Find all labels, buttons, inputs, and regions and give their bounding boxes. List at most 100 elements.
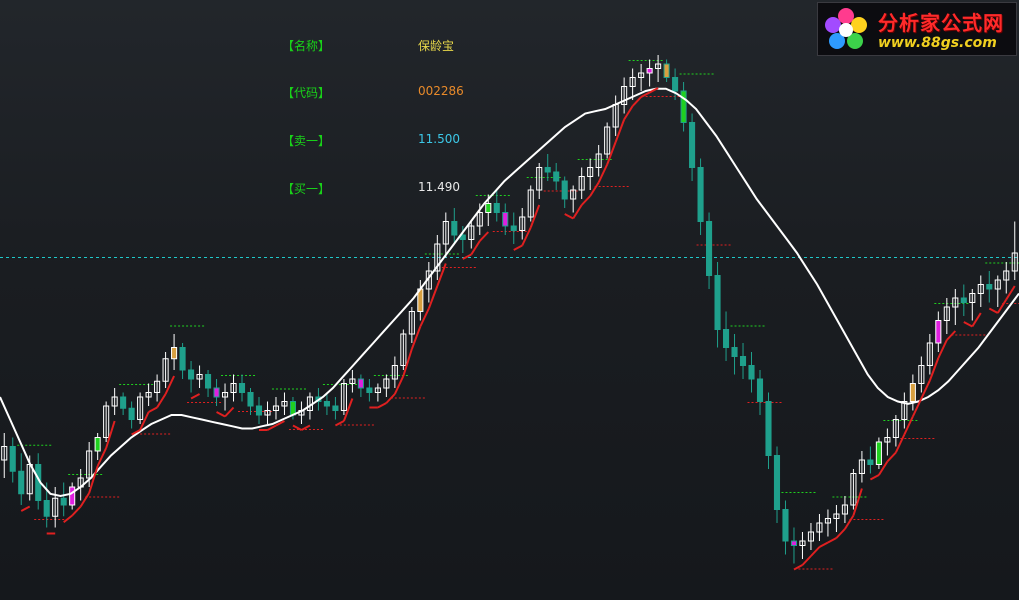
candle-body bbox=[94, 437, 101, 452]
candle-body bbox=[213, 387, 220, 398]
candle-body bbox=[689, 122, 696, 168]
trend-red-line bbox=[589, 181, 600, 197]
trend-red-line bbox=[1005, 285, 1016, 301]
candle-body bbox=[255, 405, 263, 416]
flower-icon bbox=[825, 8, 867, 49]
trend-red-line bbox=[462, 253, 472, 260]
trend-red-line bbox=[572, 204, 583, 220]
trend-red-line bbox=[580, 195, 591, 206]
candle-body bbox=[561, 180, 568, 200]
trend-red-line bbox=[988, 307, 999, 314]
candle-body bbox=[60, 497, 67, 506]
candle-body bbox=[714, 275, 721, 330]
trend-red-line bbox=[479, 231, 489, 242]
candle-body bbox=[748, 365, 755, 380]
trend-red-line bbox=[513, 244, 523, 251]
candle-body bbox=[909, 383, 916, 402]
chart-window: 【名称】 保龄宝 【代码】 002286 【卖一】 11.500 【买一】 11… bbox=[0, 0, 1019, 600]
candle-body bbox=[128, 407, 135, 420]
trend-red-line bbox=[267, 424, 277, 431]
trend-red-line bbox=[148, 406, 158, 413]
trend-red-line bbox=[342, 398, 354, 422]
candle-body bbox=[188, 369, 195, 380]
trend-red-line bbox=[564, 213, 574, 220]
candle-body bbox=[171, 347, 178, 360]
trend-red-line bbox=[631, 96, 642, 107]
trend-red-line bbox=[529, 204, 541, 228]
candle-body bbox=[366, 387, 373, 393]
trend-red-line bbox=[105, 420, 116, 449]
trend-red-line bbox=[818, 541, 829, 548]
trend-red-line bbox=[946, 330, 957, 341]
trend-red-line bbox=[614, 119, 626, 143]
ask-price: 11.500 bbox=[418, 132, 460, 146]
logo-url: www.88gs.com bbox=[878, 35, 997, 51]
candle-body bbox=[960, 297, 967, 303]
trend-red-line bbox=[852, 488, 863, 516]
candle-body bbox=[18, 470, 25, 495]
trend-red-line bbox=[827, 537, 837, 544]
trend-red-line bbox=[844, 514, 855, 530]
trend-red-line bbox=[436, 263, 447, 287]
trend-red-line bbox=[190, 393, 201, 400]
trend-red-line bbox=[963, 321, 973, 328]
trend-red-line bbox=[377, 402, 387, 409]
trend-red-line bbox=[164, 375, 175, 395]
candle-body bbox=[493, 203, 500, 213]
trend-red-line bbox=[63, 514, 73, 524]
candle-body bbox=[646, 68, 653, 74]
trend-red-line bbox=[971, 312, 982, 328]
candle-body bbox=[935, 320, 942, 344]
candle-body bbox=[9, 446, 16, 472]
candlestick-chart bbox=[0, 55, 1019, 571]
candle-body bbox=[502, 212, 509, 227]
candle-body bbox=[663, 63, 670, 78]
candle-body bbox=[510, 225, 517, 231]
stock-name: 保龄宝 bbox=[418, 39, 455, 53]
candle-body bbox=[323, 401, 330, 407]
trend-red-line bbox=[928, 357, 940, 381]
candle-body bbox=[672, 77, 679, 92]
trend-red-line bbox=[606, 141, 617, 165]
candle-body bbox=[986, 284, 993, 290]
trend-red-line bbox=[20, 505, 31, 512]
trend-red-line bbox=[470, 240, 481, 256]
candle-body bbox=[739, 356, 747, 366]
candle-body bbox=[332, 405, 339, 411]
trend-red-line bbox=[385, 393, 396, 404]
stock-code: 002286 bbox=[418, 84, 464, 98]
candle-body bbox=[553, 171, 560, 182]
trend-red-line bbox=[810, 546, 821, 557]
trend-red-line bbox=[801, 555, 812, 566]
label-ask: 【卖一】 bbox=[282, 134, 331, 148]
trend-red-line bbox=[402, 348, 413, 377]
candle-body bbox=[790, 540, 798, 546]
trend-red-line bbox=[79, 492, 91, 508]
candle-body bbox=[765, 401, 772, 456]
candle-body bbox=[179, 347, 186, 371]
candle-body bbox=[756, 378, 764, 402]
trend-red-line bbox=[224, 406, 235, 418]
trend-red-line bbox=[156, 393, 167, 409]
label-name: 【名称】 bbox=[282, 39, 331, 53]
candle-body bbox=[773, 455, 781, 510]
candle-body bbox=[722, 329, 730, 348]
candle-body bbox=[204, 374, 212, 389]
candle-body bbox=[43, 500, 50, 517]
candle-body bbox=[238, 383, 246, 393]
candle-body bbox=[867, 459, 874, 465]
logo-title: 分析家公式网 bbox=[878, 11, 1004, 35]
candle-body bbox=[706, 221, 713, 276]
bid-price: 11.490 bbox=[418, 180, 460, 194]
trend-red-line bbox=[216, 411, 226, 418]
candle-body bbox=[697, 167, 704, 222]
candle-body bbox=[680, 90, 687, 123]
candle-body bbox=[485, 203, 492, 213]
candle-body bbox=[875, 441, 882, 465]
trend-red-line bbox=[886, 451, 897, 463]
watermark-logo: 分析家公式网 www.88gs.com bbox=[817, 2, 1017, 56]
trend-red-line bbox=[334, 420, 345, 427]
trend-red-line bbox=[410, 326, 422, 350]
trend-red-line bbox=[835, 528, 846, 539]
candle-body bbox=[357, 378, 364, 389]
